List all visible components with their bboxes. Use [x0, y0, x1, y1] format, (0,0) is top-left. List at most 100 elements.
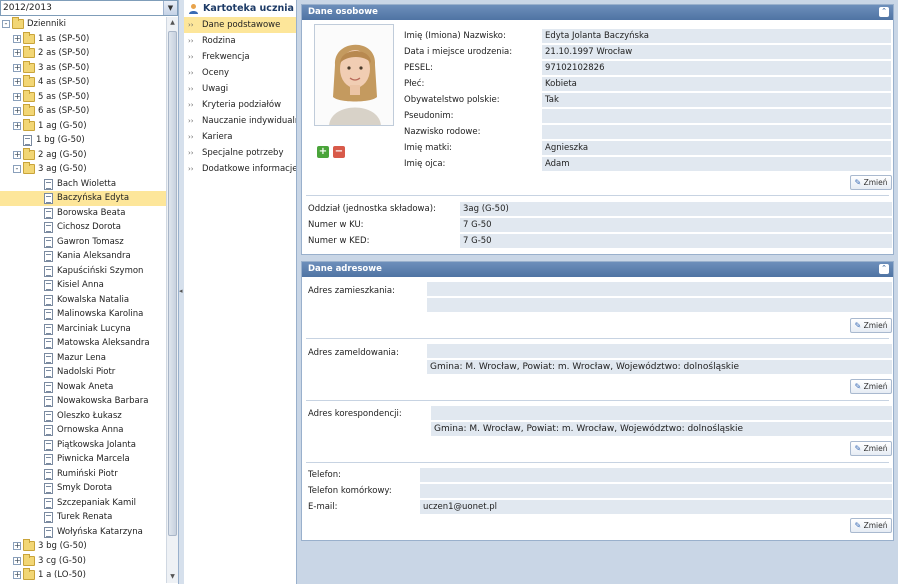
tree-student-item[interactable]: Cichosz Dorota [0, 220, 166, 235]
tree-student-item[interactable]: Malinowska Karolina [0, 307, 166, 322]
mobile-label: Telefon komórkowy: [308, 486, 392, 496]
edit-registered-button[interactable]: ✎ Zmień [850, 379, 892, 394]
tree-student-item[interactable]: Baczyńska Edyta [0, 191, 166, 206]
expand-icon[interactable]: + [13, 78, 21, 86]
tree-folder-item[interactable]: +1 ag (G-50) [0, 118, 166, 134]
tree-item-label: Piwnicka Marcela [57, 454, 130, 464]
collapse-icon[interactable]: - [13, 165, 21, 173]
personal-field-label: Imię ojca: [404, 159, 446, 169]
scroll-down-icon[interactable]: ▼ [167, 571, 178, 583]
tree-folder-item[interactable]: - 3 ag (G-50) [0, 162, 166, 177]
tree-student-item[interactable]: Mazur Lena [0, 351, 166, 366]
phone-value [420, 468, 892, 482]
personal-field-value: 97102102826 [542, 61, 891, 75]
tree-student-item[interactable]: Turek Renata [0, 510, 166, 525]
menu-item-label: Rodzina [202, 36, 236, 46]
tree-student-item[interactable]: Kisiel Anna [0, 278, 166, 293]
scrollbar-thumb[interactable] [168, 31, 177, 536]
tree-scrollbar[interactable]: ▲ ▼ [166, 17, 178, 583]
menu-item[interactable]: ›› Frekwencja [184, 49, 296, 65]
tree-folder-item[interactable]: +4 as (SP-50) [0, 75, 166, 90]
personal-field-label: PESEL: [404, 63, 433, 73]
tree-item-label: 1 as (SP-50) [38, 33, 90, 44]
personal-field-label: Obywatelstwo polskie: [404, 95, 500, 105]
personal-field-value [542, 109, 891, 123]
expand-icon[interactable]: + [13, 34, 21, 43]
tree-folder-item[interactable]: 1 bg (G-50) [0, 133, 166, 148]
school-year-select[interactable]: 2012/2013 ▼ [0, 0, 178, 16]
edit-residence-button[interactable]: ✎ Zmień [850, 318, 892, 333]
tree-student-item[interactable]: Nowak Aneta [0, 380, 166, 395]
menu-item[interactable]: ›› Dane podstawowe [184, 17, 296, 33]
tree-folder-item[interactable]: +1 as (SP-50) [0, 31, 166, 47]
tree-item-label: Bach Wioletta [57, 178, 117, 189]
personal-field-label: Pseudonim: [404, 111, 454, 121]
tree-student-item[interactable]: Nadolski Piotr [0, 365, 166, 380]
tree-folder-item[interactable]: +5 as (SP-50) [0, 89, 166, 105]
expand-icon[interactable]: + [13, 49, 21, 57]
expand-icon[interactable]: + [13, 556, 21, 565]
email-label: E-mail: [308, 502, 338, 512]
edit-contact-button[interactable]: ✎ Zmień [850, 518, 892, 533]
expand-icon[interactable]: + [13, 571, 21, 579]
collapse-arrow-icon[interactable]: ◂ [179, 287, 183, 295]
tree-student-item[interactable]: Szczepaniak Kamil [0, 496, 166, 511]
menu-item[interactable]: ›› Kryteria podziałów [184, 97, 296, 113]
tree-student-item[interactable]: Piątkowska Jolanta [0, 438, 166, 453]
menu-item[interactable]: ›› Oceny [184, 65, 296, 81]
menu-item[interactable]: ›› Specjalne potrzeby [184, 145, 296, 161]
expand-icon[interactable]: + [13, 542, 21, 550]
edit-residence-label: Zmień [863, 321, 888, 330]
double-chevron-icon: ›› [188, 69, 194, 77]
tree-folder-item[interactable]: +3 cg (G-50) [0, 553, 166, 569]
tree-student-item[interactable]: Rumiński Piotr [0, 467, 166, 482]
tree-student-item[interactable]: Borowska Beata [0, 206, 166, 221]
menu-item[interactable]: ›› Rodzina [184, 33, 296, 49]
expand-icon[interactable]: + [13, 121, 21, 130]
personal-field-row: Imię ojca: Adam [404, 157, 891, 171]
folder-icon [23, 147, 35, 160]
tree-student-item[interactable]: Gawron Tomasz [0, 235, 166, 250]
tree-student-item[interactable]: Nowakowska Barbara [0, 394, 166, 409]
tree-student-item[interactable]: Bach Wioletta [0, 177, 166, 192]
tree-student-item[interactable]: Ornowska Anna [0, 423, 166, 438]
tree-item-label: 3 ag (G-50) [38, 164, 87, 174]
edit-personal-button[interactable]: ✎ Zmień [850, 175, 892, 190]
tree-student-item[interactable]: Oleszko Łukasz [0, 409, 166, 424]
expand-icon[interactable]: + [13, 150, 21, 159]
tree-student-item[interactable]: Kapuściński Szymon [0, 264, 166, 279]
menu-item[interactable]: ›› Kariera [184, 129, 296, 145]
correspondence-address-line2: Gmina: M. Wrocław, Powiat: m. Wrocław, W… [431, 422, 892, 436]
tree-folder-item[interactable]: +1 a (LO-50) [0, 568, 166, 583]
tree-student-item[interactable]: Marciniak Lucyna [0, 322, 166, 337]
chevron-down-icon[interactable]: ▼ [163, 1, 177, 15]
tree-student-item[interactable]: Kania Aleksandra [0, 249, 166, 264]
edit-correspondence-button[interactable]: ✎ Zmień [850, 441, 892, 456]
expand-icon[interactable]: + [13, 63, 21, 72]
divider [306, 338, 889, 339]
collapse-icon[interactable]: ⌃ [879, 7, 889, 17]
add-photo-button[interactable]: + [317, 146, 329, 158]
tree-student-item[interactable]: Smyk Dorota [0, 481, 166, 496]
tree-student-item[interactable]: Wołyńska Katarzyna [0, 525, 166, 540]
remove-photo-button[interactable]: − [333, 146, 345, 158]
tree-folder-item[interactable]: +6 as (SP-50) [0, 104, 166, 119]
tree-item-label: 2 as (SP-50) [38, 48, 90, 58]
scroll-up-icon[interactable]: ▲ [167, 17, 178, 29]
expand-icon[interactable]: + [13, 92, 21, 101]
tree-folder-item[interactable]: +2 as (SP-50) [0, 46, 166, 61]
email-value: uczen1@uonet.pl [420, 500, 892, 514]
menu-item[interactable]: ›› Dodatkowe informacje [184, 161, 296, 177]
tree-folder-item[interactable]: +2 ag (G-50) [0, 147, 166, 163]
tree-folder-item[interactable]: +3 bg (G-50) [0, 539, 166, 554]
menu-item[interactable]: ›› Uwagi [184, 81, 296, 97]
tree-student-item[interactable]: Kowalska Natalia [0, 293, 166, 308]
tree-student-item[interactable]: Matowska Aleksandra [0, 336, 166, 351]
tree-student-item[interactable]: Piwnicka Marcela [0, 452, 166, 467]
tree-folder-item[interactable]: - Dzienniki [0, 17, 166, 32]
menu-item[interactable]: ›› Nauczanie indywidualne [184, 113, 296, 129]
tree-folder-item[interactable]: +3 as (SP-50) [0, 60, 166, 76]
expand-icon[interactable]: + [13, 107, 21, 115]
collapse-icon[interactable]: ⌃ [879, 264, 889, 274]
collapse-icon[interactable]: - [2, 20, 10, 28]
